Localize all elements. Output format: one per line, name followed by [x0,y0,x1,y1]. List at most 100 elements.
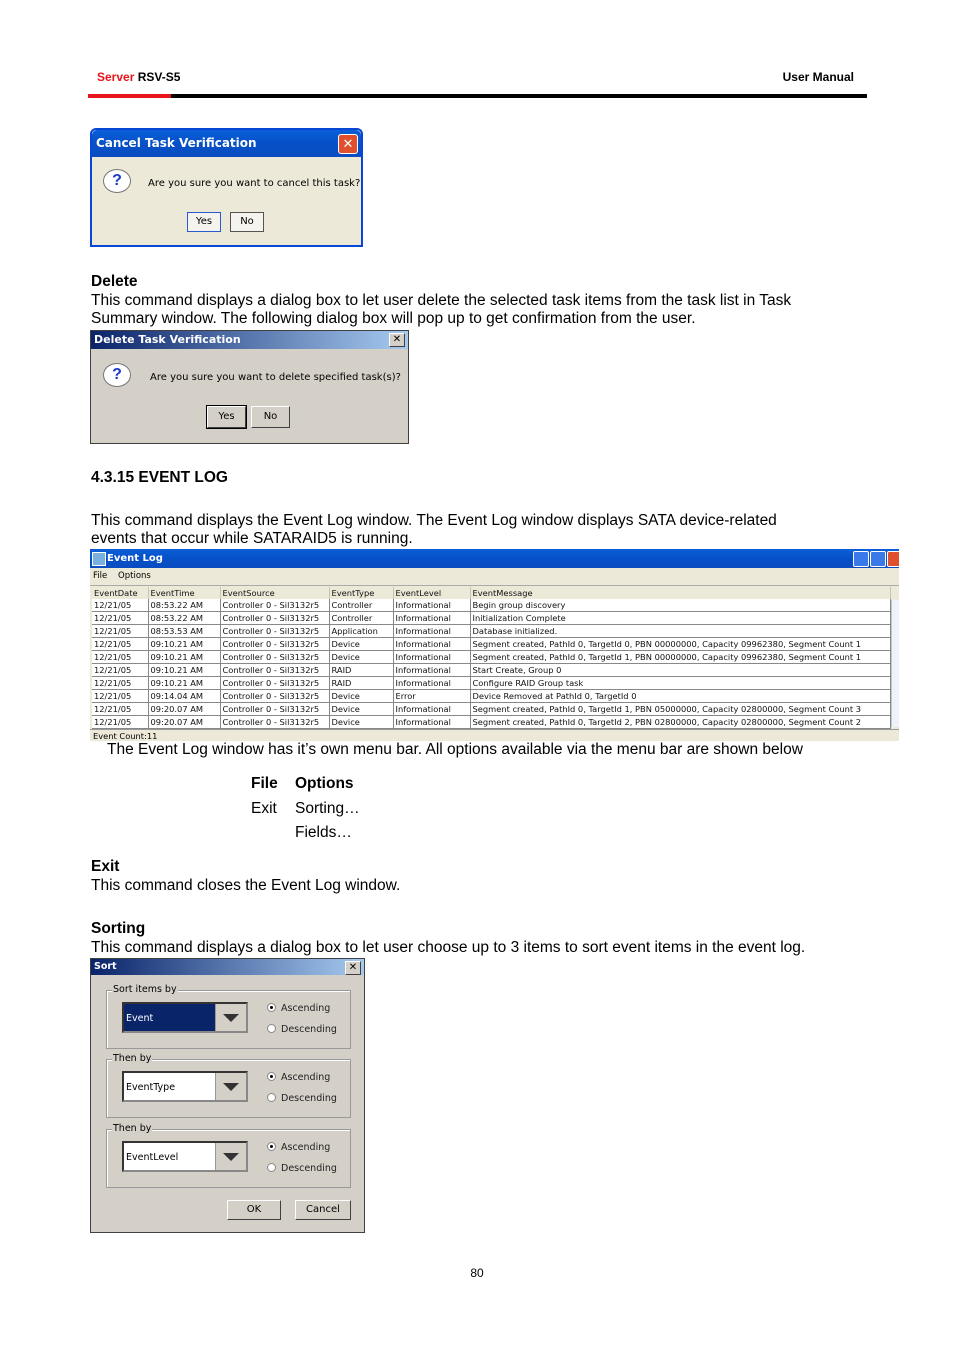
table-row[interactable]: 12/21/05 09:10.21 AM Controller 0 - Sil313… [92,650,891,664]
ascending-label: Ascending [281,1003,331,1014]
table-row[interactable]: 12/21/05 09:20.07 AM Controller 0 - Sil313… [92,715,891,729]
sort-3-ascending-radio[interactable]: Ascending [267,1142,330,1153]
sort-group-2-label: Then by [112,1053,153,1064]
cell-eventdate: 12/21/05 [92,624,149,638]
event-log-statusbar: Event Count:11 [90,729,899,741]
minimize-icon[interactable] [853,551,869,567]
chevron-down-icon[interactable] [215,1143,246,1170]
cell-eventmessage: Segment created, PathId 0, TargetId 0, P… [470,637,891,651]
cancel-button[interactable]: Cancel [295,1200,351,1220]
exit-para: This command closes the Event Log window… [91,877,401,894]
column-header-eventdate[interactable]: EventDate [92,587,149,599]
manual-page: Server RSV-S5 User Manual Cancel Task Ve… [0,0,954,1350]
header-rule-accent [88,94,171,98]
no-button[interactable]: No [251,406,290,428]
column-header-eventtype[interactable]: EventType [329,587,394,599]
cell-eventtime: 08:53.22 AM [148,599,221,612]
event-para-line2: events that occur while SATARAID5 is run… [91,530,413,547]
sort-dialog: Sort ✕ Sort items by Event Ascending Des… [90,958,365,1233]
sort-field-3-select[interactable]: EventLevel [122,1141,248,1172]
event-table-header: EventDate EventTime EventSource EventType Ev… [92,587,891,599]
column-header-eventsource[interactable]: EventSource [220,587,330,599]
cancel-dialog-message: Are you sure you want to cancel this tas… [148,178,361,189]
cell-eventmessage: Device Removed at PathId 0, TargetId 0 [470,689,891,703]
cell-eventlevel: Informational [393,663,471,677]
sort-field-1-select[interactable]: Event [122,1002,248,1033]
sort-field-2-value: EventType [126,1082,176,1093]
event-log-titlebar: Event Log [90,549,899,568]
table-row[interactable]: 12/21/05 08:53.22 AM Controller 0 - Sil313… [92,611,891,625]
chevron-down-icon[interactable] [215,1073,246,1100]
table-row[interactable]: 12/21/05 08:53.53 AM Controller 0 - Sil313… [92,624,891,638]
cell-eventsource: Controller 0 - Sil3132r5 [220,663,330,677]
options-menu-heading: Options [295,775,354,792]
close-icon[interactable]: ✕ [338,134,358,154]
cancel-task-dialog: Cancel Task Verification ✕ ? Are you sur… [90,128,363,247]
event-table-scrollbar[interactable] [891,600,899,727]
options-item-sorting: Sorting… [295,800,360,817]
cell-eventmessage: Begin group discovery [470,599,891,612]
column-header-eventtime[interactable]: EventTime [148,587,221,599]
cell-eventlevel: Informational [393,702,471,716]
close-icon[interactable]: ✕ [345,961,361,975]
cell-eventtime: 09:10.21 AM [148,676,221,690]
cell-eventlevel: Informational [393,599,471,612]
chevron-down-icon[interactable] [215,1004,246,1031]
sort-group-1-label: Sort items by [112,984,178,995]
cell-eventmessage: Start Create, Group 0 [470,663,891,677]
sort-2-descending-radio[interactable]: Descending [267,1093,337,1104]
cell-eventmessage: Segment created, PathId 0, TargetId 2, P… [470,715,891,729]
close-icon[interactable]: ✕ [389,333,405,347]
cell-eventtype: Controller [329,611,394,625]
yes-button[interactable]: Yes [206,405,247,429]
cell-eventmessage: Database initialized. [470,624,891,638]
table-row[interactable]: 12/21/05 09:10.21 AM Controller 0 - Sil313… [92,676,891,690]
cancel-dialog-titlebar: Cancel Task Verification [92,130,361,157]
yes-button[interactable]: Yes [187,212,221,232]
menu-file[interactable]: File [93,571,107,581]
table-row[interactable]: 12/21/05 08:53.22 AM Controller 0 - Sil313… [92,599,891,612]
cell-eventtype: RAID [329,676,394,690]
delete-para-line2: Summary window. The following dialog box… [91,310,696,327]
column-header-eventmessage[interactable]: EventMessage [470,587,891,599]
ok-button[interactable]: OK [227,1200,281,1220]
cell-eventtime: 09:20.07 AM [148,715,221,729]
cell-eventtype: Device [329,715,394,729]
delete-task-dialog: Delete Task Verification ✕ ? Are you sur… [90,330,409,444]
cancel-dialog-title: Cancel Task Verification [96,136,257,150]
sort-2-ascending-radio[interactable]: Ascending [267,1072,330,1083]
cell-eventtime: 09:14.04 AM [148,689,221,703]
cell-eventtime: 08:53.22 AM [148,611,221,625]
sort-group-1: Sort items by Event Ascending Descending [106,984,351,1049]
cell-eventtime: 08:53.53 AM [148,624,221,638]
menu-options[interactable]: Options [118,571,151,581]
cell-eventdate: 12/21/05 [92,650,149,664]
sorting-heading: Sorting [91,920,146,937]
header-left: Server RSV-S5 [97,70,180,84]
cell-eventlevel: Informational [393,611,471,625]
sort-1-descending-radio[interactable]: Descending [267,1024,337,1035]
table-row[interactable]: 12/21/05 09:20.07 AM Controller 0 - Sil313… [92,702,891,716]
cell-eventdate: 12/21/05 [92,689,149,703]
close-icon[interactable] [887,551,899,567]
sort-1-ascending-radio[interactable]: Ascending [267,1003,330,1014]
cell-eventtype: Application [329,624,394,638]
table-row[interactable]: 12/21/05 09:10.21 AM Controller 0 - Sil313… [92,663,891,677]
sort-field-2-select[interactable]: EventType [122,1071,248,1102]
event-para-line1: This command displays the Event Log wind… [91,512,777,529]
column-header-eventlevel[interactable]: EventLevel [393,587,471,599]
cell-eventtime: 09:10.21 AM [148,650,221,664]
sort-3-descending-radio[interactable]: Descending [267,1163,337,1174]
question-icon: ? [103,169,131,193]
table-row[interactable]: 12/21/05 09:10.21 AM Controller 0 - Sil313… [92,637,891,651]
options-item-fields: Fields… [295,824,352,841]
cell-eventsource: Controller 0 - Sil3132r5 [220,689,330,703]
no-button[interactable]: No [230,212,264,232]
cell-eventlevel: Informational [393,715,471,729]
delete-dialog-titlebar: Delete Task Verification [91,331,408,349]
cell-eventtype: Device [329,650,394,664]
sorting-para: This command displays a dialog box to le… [91,939,806,956]
delete-dialog-title: Delete Task Verification [94,333,241,346]
maximize-icon[interactable] [870,551,886,567]
table-row[interactable]: 12/21/05 09:14.04 AM Controller 0 - Sil313… [92,689,891,703]
